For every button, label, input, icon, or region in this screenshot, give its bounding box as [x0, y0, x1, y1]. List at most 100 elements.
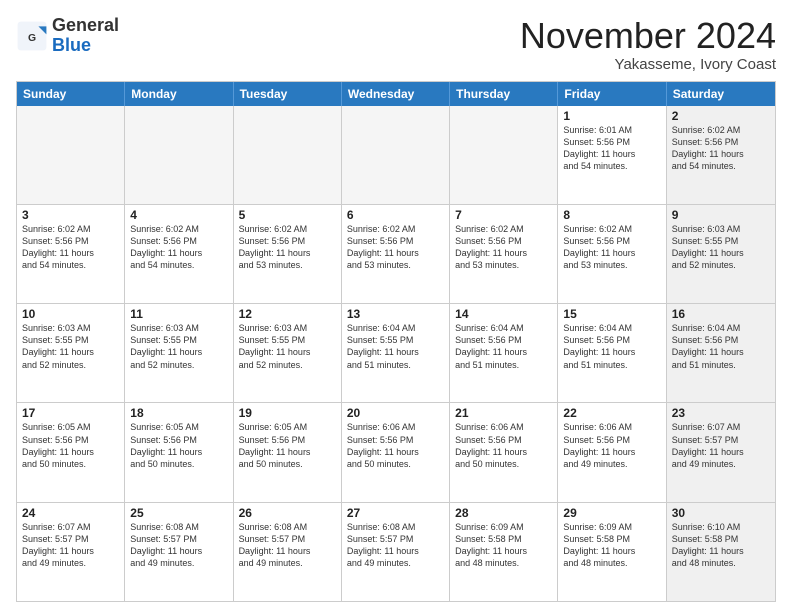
cal-cell: 11Sunrise: 6:03 AM Sunset: 5:55 PM Dayli…: [125, 304, 233, 402]
header-thursday: Thursday: [450, 82, 558, 106]
cal-cell: 27Sunrise: 6:08 AM Sunset: 5:57 PM Dayli…: [342, 503, 450, 601]
logo-icon: G: [16, 20, 48, 52]
calendar: SundayMondayTuesdayWednesdayThursdayFrid…: [16, 81, 776, 602]
day-info: Sunrise: 6:04 AM Sunset: 5:56 PM Dayligh…: [672, 322, 770, 371]
day-info: Sunrise: 6:06 AM Sunset: 5:56 PM Dayligh…: [455, 421, 552, 470]
day-info: Sunrise: 6:07 AM Sunset: 5:57 PM Dayligh…: [22, 521, 119, 570]
cal-cell: 20Sunrise: 6:06 AM Sunset: 5:56 PM Dayli…: [342, 403, 450, 501]
header-wednesday: Wednesday: [342, 82, 450, 106]
day-info: Sunrise: 6:04 AM Sunset: 5:55 PM Dayligh…: [347, 322, 444, 371]
cal-cell: 24Sunrise: 6:07 AM Sunset: 5:57 PM Dayli…: [17, 503, 125, 601]
day-info: Sunrise: 6:01 AM Sunset: 5:56 PM Dayligh…: [563, 124, 660, 173]
day-number: 14: [455, 307, 552, 321]
day-info: Sunrise: 6:08 AM Sunset: 5:57 PM Dayligh…: [130, 521, 227, 570]
cal-cell: 14Sunrise: 6:04 AM Sunset: 5:56 PM Dayli…: [450, 304, 558, 402]
cal-cell: [125, 106, 233, 204]
cal-cell: 3Sunrise: 6:02 AM Sunset: 5:56 PM Daylig…: [17, 205, 125, 303]
cal-row-0: 1Sunrise: 6:01 AM Sunset: 5:56 PM Daylig…: [17, 106, 775, 204]
day-number: 29: [563, 506, 660, 520]
cal-cell: 15Sunrise: 6:04 AM Sunset: 5:56 PM Dayli…: [558, 304, 666, 402]
header-saturday: Saturday: [667, 82, 775, 106]
svg-text:G: G: [28, 33, 36, 44]
page: G General Blue November 2024 Yakasseme, …: [0, 0, 792, 612]
day-number: 16: [672, 307, 770, 321]
day-info: Sunrise: 6:05 AM Sunset: 5:56 PM Dayligh…: [22, 421, 119, 470]
logo-general: General: [52, 15, 119, 35]
day-number: 19: [239, 406, 336, 420]
cal-cell: 17Sunrise: 6:05 AM Sunset: 5:56 PM Dayli…: [17, 403, 125, 501]
day-info: Sunrise: 6:10 AM Sunset: 5:58 PM Dayligh…: [672, 521, 770, 570]
day-info: Sunrise: 6:03 AM Sunset: 5:55 PM Dayligh…: [239, 322, 336, 371]
day-number: 21: [455, 406, 552, 420]
header-friday: Friday: [558, 82, 666, 106]
cal-cell: 12Sunrise: 6:03 AM Sunset: 5:55 PM Dayli…: [234, 304, 342, 402]
cal-cell: [234, 106, 342, 204]
cal-cell: 30Sunrise: 6:10 AM Sunset: 5:58 PM Dayli…: [667, 503, 775, 601]
day-number: 9: [672, 208, 770, 222]
day-number: 3: [22, 208, 119, 222]
header-tuesday: Tuesday: [234, 82, 342, 106]
cal-cell: 23Sunrise: 6:07 AM Sunset: 5:57 PM Dayli…: [667, 403, 775, 501]
day-number: 4: [130, 208, 227, 222]
cal-cell: 6Sunrise: 6:02 AM Sunset: 5:56 PM Daylig…: [342, 205, 450, 303]
cal-cell: 10Sunrise: 6:03 AM Sunset: 5:55 PM Dayli…: [17, 304, 125, 402]
day-number: 28: [455, 506, 552, 520]
day-number: 6: [347, 208, 444, 222]
day-info: Sunrise: 6:08 AM Sunset: 5:57 PM Dayligh…: [347, 521, 444, 570]
cal-cell: [450, 106, 558, 204]
day-info: Sunrise: 6:02 AM Sunset: 5:56 PM Dayligh…: [672, 124, 770, 173]
cal-cell: 18Sunrise: 6:05 AM Sunset: 5:56 PM Dayli…: [125, 403, 233, 501]
day-info: Sunrise: 6:02 AM Sunset: 5:56 PM Dayligh…: [455, 223, 552, 272]
day-info: Sunrise: 6:06 AM Sunset: 5:56 PM Dayligh…: [347, 421, 444, 470]
day-info: Sunrise: 6:03 AM Sunset: 5:55 PM Dayligh…: [130, 322, 227, 371]
day-number: 2: [672, 109, 770, 123]
cal-row-1: 3Sunrise: 6:02 AM Sunset: 5:56 PM Daylig…: [17, 204, 775, 303]
day-number: 11: [130, 307, 227, 321]
cal-cell: 9Sunrise: 6:03 AM Sunset: 5:55 PM Daylig…: [667, 205, 775, 303]
day-info: Sunrise: 6:05 AM Sunset: 5:56 PM Dayligh…: [130, 421, 227, 470]
cal-cell: 13Sunrise: 6:04 AM Sunset: 5:55 PM Dayli…: [342, 304, 450, 402]
day-number: 12: [239, 307, 336, 321]
calendar-body: 1Sunrise: 6:01 AM Sunset: 5:56 PM Daylig…: [17, 106, 775, 601]
day-info: Sunrise: 6:04 AM Sunset: 5:56 PM Dayligh…: [563, 322, 660, 371]
cal-cell: 5Sunrise: 6:02 AM Sunset: 5:56 PM Daylig…: [234, 205, 342, 303]
day-info: Sunrise: 6:09 AM Sunset: 5:58 PM Dayligh…: [455, 521, 552, 570]
day-info: Sunrise: 6:02 AM Sunset: 5:56 PM Dayligh…: [130, 223, 227, 272]
day-number: 5: [239, 208, 336, 222]
day-number: 7: [455, 208, 552, 222]
day-number: 22: [563, 406, 660, 420]
day-number: 25: [130, 506, 227, 520]
cal-cell: 21Sunrise: 6:06 AM Sunset: 5:56 PM Dayli…: [450, 403, 558, 501]
cal-row-2: 10Sunrise: 6:03 AM Sunset: 5:55 PM Dayli…: [17, 303, 775, 402]
cal-cell: 2Sunrise: 6:02 AM Sunset: 5:56 PM Daylig…: [667, 106, 775, 204]
day-info: Sunrise: 6:05 AM Sunset: 5:56 PM Dayligh…: [239, 421, 336, 470]
day-info: Sunrise: 6:02 AM Sunset: 5:56 PM Dayligh…: [347, 223, 444, 272]
logo-text: General Blue: [52, 16, 119, 56]
cal-cell: 19Sunrise: 6:05 AM Sunset: 5:56 PM Dayli…: [234, 403, 342, 501]
cal-row-3: 17Sunrise: 6:05 AM Sunset: 5:56 PM Dayli…: [17, 402, 775, 501]
day-info: Sunrise: 6:06 AM Sunset: 5:56 PM Dayligh…: [563, 421, 660, 470]
day-number: 13: [347, 307, 444, 321]
title-block: November 2024 Yakasseme, Ivory Coast: [520, 16, 776, 73]
cal-cell: 7Sunrise: 6:02 AM Sunset: 5:56 PM Daylig…: [450, 205, 558, 303]
day-info: Sunrise: 6:09 AM Sunset: 5:58 PM Dayligh…: [563, 521, 660, 570]
cal-cell: 8Sunrise: 6:02 AM Sunset: 5:56 PM Daylig…: [558, 205, 666, 303]
cal-cell: 25Sunrise: 6:08 AM Sunset: 5:57 PM Dayli…: [125, 503, 233, 601]
day-number: 27: [347, 506, 444, 520]
logo-blue: Blue: [52, 35, 91, 55]
day-info: Sunrise: 6:02 AM Sunset: 5:56 PM Dayligh…: [239, 223, 336, 272]
cal-cell: 28Sunrise: 6:09 AM Sunset: 5:58 PM Dayli…: [450, 503, 558, 601]
day-number: 17: [22, 406, 119, 420]
day-number: 23: [672, 406, 770, 420]
cal-cell: 29Sunrise: 6:09 AM Sunset: 5:58 PM Dayli…: [558, 503, 666, 601]
cal-cell: 22Sunrise: 6:06 AM Sunset: 5:56 PM Dayli…: [558, 403, 666, 501]
logo: G General Blue: [16, 16, 119, 56]
header-monday: Monday: [125, 82, 233, 106]
day-number: 26: [239, 506, 336, 520]
day-number: 8: [563, 208, 660, 222]
month-title: November 2024: [520, 16, 776, 56]
day-info: Sunrise: 6:02 AM Sunset: 5:56 PM Dayligh…: [22, 223, 119, 272]
day-number: 15: [563, 307, 660, 321]
day-info: Sunrise: 6:02 AM Sunset: 5:56 PM Dayligh…: [563, 223, 660, 272]
day-info: Sunrise: 6:08 AM Sunset: 5:57 PM Dayligh…: [239, 521, 336, 570]
